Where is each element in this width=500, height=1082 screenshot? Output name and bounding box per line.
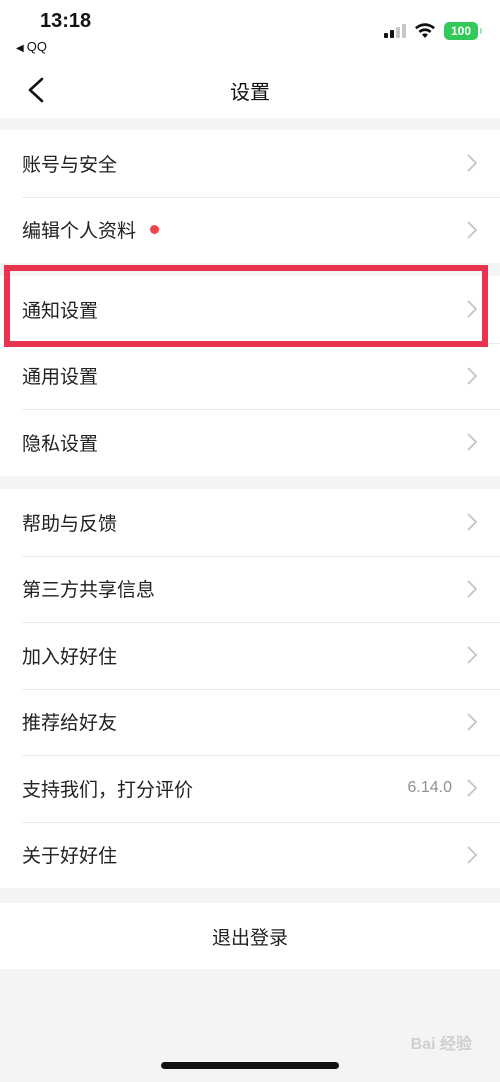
menu-item-third-party-sharing[interactable]: 第三方共享信息 bbox=[0, 555, 500, 623]
menu-item-label: 通用设置 bbox=[22, 366, 99, 389]
menu-item-recommend-friends[interactable]: 推荐给好友 bbox=[0, 688, 500, 756]
chevron-right-icon bbox=[467, 646, 478, 664]
menu-item-label: 关于好好住 bbox=[22, 845, 118, 868]
chevron-right-icon bbox=[467, 713, 478, 731]
chevron-right-icon bbox=[467, 367, 478, 385]
menu-item-edit-profile[interactable]: 编辑个人资料 bbox=[0, 196, 500, 264]
menu-item-label: 推荐给好友 bbox=[22, 712, 118, 735]
menu-item-account-security[interactable]: 账号与安全 bbox=[0, 130, 500, 197]
status-bar: 13:18 ◀ QQ 100 bbox=[0, 0, 500, 62]
chevron-right-icon bbox=[467, 300, 478, 318]
chevron-right-icon bbox=[467, 779, 478, 797]
menu-item-label: 加入好好住 bbox=[22, 645, 118, 668]
menu-item-privacy-settings[interactable]: 隐私设置 bbox=[0, 409, 500, 476]
nav-bar: 设置 bbox=[0, 62, 500, 118]
menu-item-general-settings[interactable]: 通用设置 bbox=[0, 342, 500, 410]
menu-item-label: 帮助与反馈 bbox=[22, 512, 118, 535]
watermark: Bai 经验 bbox=[410, 1036, 472, 1053]
battery-icon: 100 bbox=[444, 22, 482, 40]
settings-group-account: 账号与安全 编辑个人资料 bbox=[0, 130, 500, 263]
back-app-label: QQ bbox=[26, 39, 47, 54]
chevron-right-icon bbox=[467, 221, 478, 239]
app-version: 6.14.0 bbox=[407, 779, 452, 797]
chevron-right-icon bbox=[467, 433, 478, 451]
menu-item-label: 账号与安全 bbox=[22, 153, 118, 176]
wifi-icon bbox=[415, 23, 435, 38]
logout-label: 退出登录 bbox=[211, 926, 288, 949]
settings-group-about: 帮助与反馈 第三方共享信息 加入好好住 推荐给好友 支持我们，打分评价 6.14… bbox=[0, 489, 500, 888]
signal-icon bbox=[384, 24, 406, 38]
menu-item-label: 隐私设置 bbox=[22, 432, 99, 455]
chevron-right-icon bbox=[467, 580, 478, 598]
menu-item-about[interactable]: 关于好好住 bbox=[0, 821, 500, 889]
settings-group-preferences: 通知设置 通用设置 隐私设置 bbox=[0, 276, 500, 476]
status-time: 13:18 bbox=[40, 10, 92, 32]
logout-button[interactable]: 退出登录 bbox=[0, 903, 500, 969]
chevron-right-icon bbox=[467, 513, 478, 531]
menu-item-notification-settings[interactable]: 通知设置 bbox=[0, 276, 500, 343]
back-triangle-icon: ◀ bbox=[16, 43, 24, 54]
menu-item-join-us[interactable]: 加入好好住 bbox=[0, 622, 500, 689]
red-dot-badge bbox=[150, 225, 160, 235]
menu-item-label: 通知设置 bbox=[22, 299, 99, 322]
menu-item-label: 支持我们，打分评价 bbox=[22, 778, 194, 801]
chevron-right-icon bbox=[467, 846, 478, 864]
status-icons: 100 bbox=[384, 20, 482, 42]
home-indicator[interactable] bbox=[161, 1062, 339, 1069]
page-title: 设置 bbox=[230, 80, 270, 104]
menu-item-label: 第三方共享信息 bbox=[22, 579, 156, 602]
chevron-right-icon bbox=[467, 154, 478, 172]
menu-item-rate-app[interactable]: 支持我们，打分评价 6.14.0 bbox=[0, 755, 500, 822]
back-to-app-link[interactable]: ◀ QQ bbox=[16, 39, 47, 54]
menu-item-help-feedback[interactable]: 帮助与反馈 bbox=[0, 489, 500, 556]
menu-item-label: 编辑个人资料 bbox=[22, 220, 137, 243]
